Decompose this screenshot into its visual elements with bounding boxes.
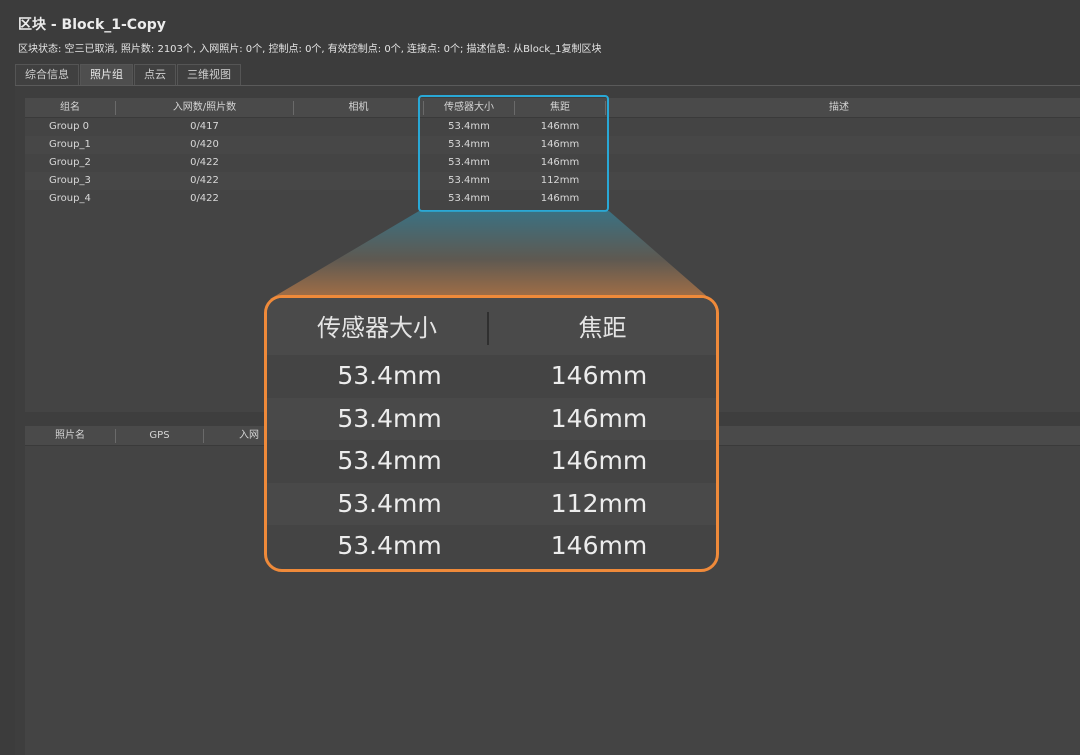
zoom-header-focal-length: 焦距 <box>578 314 627 342</box>
column-header-photo-name[interactable]: 照片名 <box>25 426 115 446</box>
column-header-camera[interactable]: 相机 <box>294 98 423 118</box>
group-name-cell: Group_4 <box>49 193 91 204</box>
tab-bar: 综合信息 照片组 点云 三维视图 <box>15 64 242 86</box>
tab-photo-groups[interactable]: 照片组 <box>80 64 133 86</box>
zoom-focal-cell: 146mm <box>550 531 648 560</box>
zoom-focal-cell: 146mm <box>550 446 648 475</box>
zoom-header: 传感器大小 焦距 <box>267 298 716 355</box>
zoom-sensor-cell: 53.4mm <box>337 531 442 560</box>
zoom-row: 53.4mm 146mm <box>267 440 716 483</box>
photo-count-cell: 0/420 <box>190 139 219 150</box>
column-header-group-name[interactable]: 组名 <box>25 98 115 118</box>
column-header-description[interactable]: 描述 <box>606 98 1072 118</box>
tab-3d-view[interactable]: 三维视图 <box>177 64 241 86</box>
block-status-line: 区块状态: 空三已取消, 照片数: 2103个, 入网照片: 0个, 控制点: … <box>18 44 602 55</box>
zoom-sensor-cell: 53.4mm <box>337 446 442 475</box>
group-name-cell: Group_2 <box>49 157 91 168</box>
zoom-row: 53.4mm 146mm <box>267 397 716 440</box>
zoom-sensor-cell: 53.4mm <box>337 361 442 390</box>
photo-count-cell: 0/422 <box>190 157 219 168</box>
photo-count-cell: 0/417 <box>190 121 219 132</box>
sensor-focal-highlight-box <box>418 95 609 212</box>
column-header-gps[interactable]: GPS <box>116 426 203 446</box>
tab-overview[interactable]: 综合信息 <box>15 64 79 86</box>
block-title: 区块 - Block_1-Copy <box>18 17 166 33</box>
zoom-focal-cell: 146mm <box>550 403 648 433</box>
photo-count-cell: 0/422 <box>190 175 219 186</box>
zoom-focal-cell: 146mm <box>550 361 648 390</box>
zoom-sensor-cell: 53.4mm <box>337 488 442 518</box>
zoomed-callout: 传感器大小 焦距 53.4mm 146mm 53.4mm 146mm 53.4m… <box>264 295 719 572</box>
photo-count-cell: 0/422 <box>190 193 219 204</box>
zoom-row: 53.4mm 112mm <box>267 482 716 525</box>
group-name-cell: Group_3 <box>49 175 91 186</box>
group-name-cell: Group 0 <box>49 121 89 132</box>
column-header-photo-count[interactable]: 入网数/照片数 <box>116 98 293 118</box>
zoom-focal-cell: 112mm <box>550 488 648 518</box>
zoom-row: 53.4mm 146mm <box>267 355 716 398</box>
zoom-header-sensor-size: 传感器大小 <box>317 314 437 342</box>
app-window: 区块 - Block_1-Copy 区块状态: 空三已取消, 照片数: 2103… <box>0 0 1080 755</box>
tab-point-cloud[interactable]: 点云 <box>134 64 176 86</box>
zoom-row: 53.4mm 146mm <box>267 525 716 568</box>
zoom-sensor-cell: 53.4mm <box>337 403 442 433</box>
group-name-cell: Group_1 <box>49 139 91 150</box>
